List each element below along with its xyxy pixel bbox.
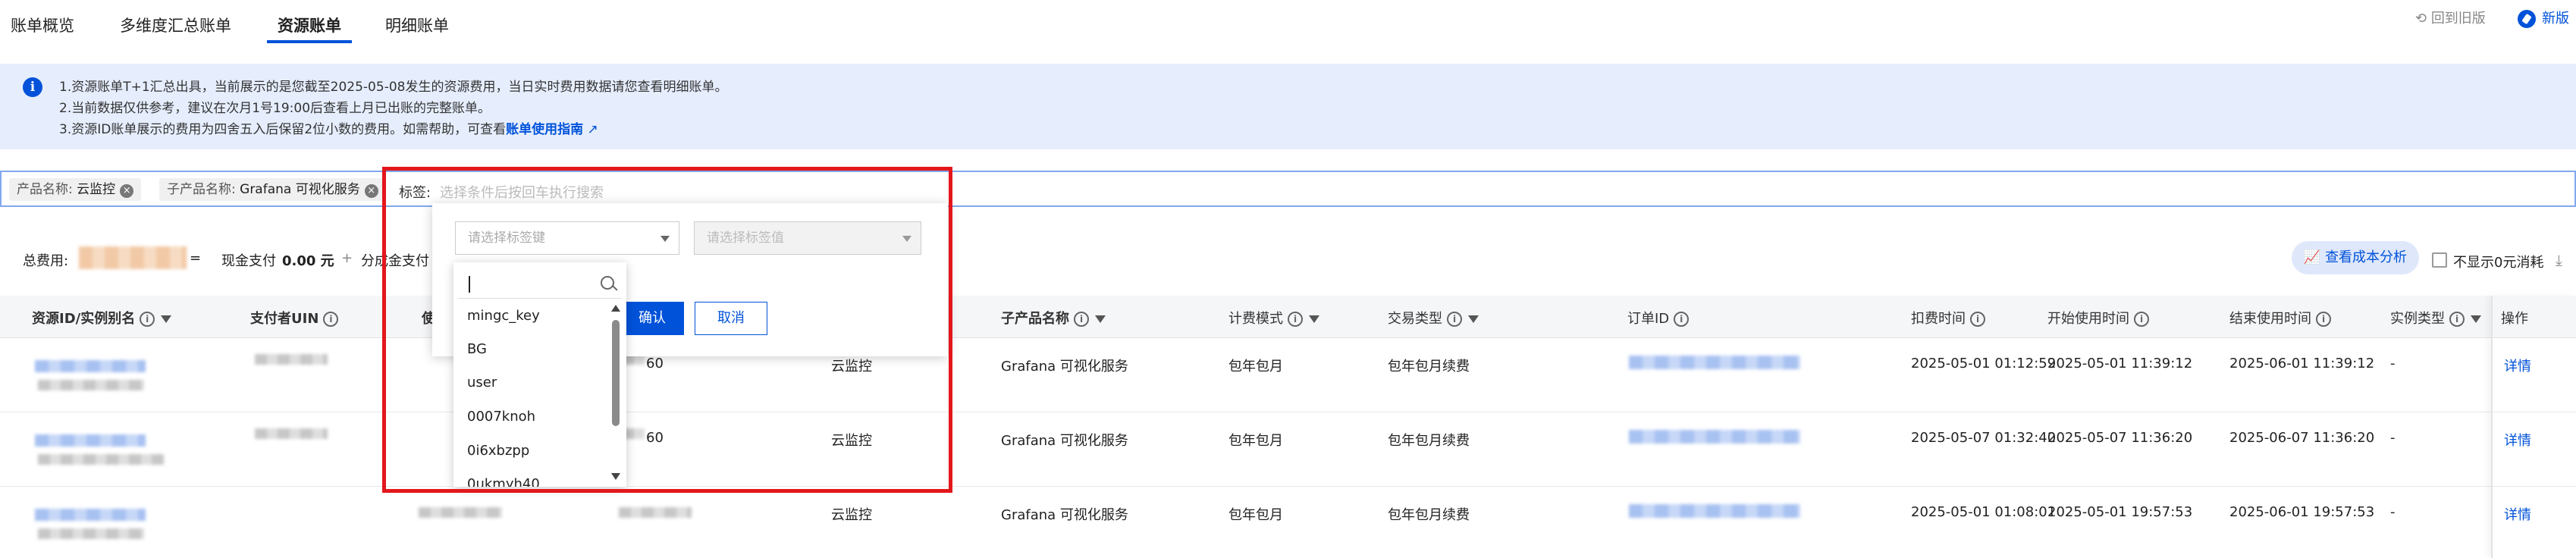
cash-pay-label: 现金支付 xyxy=(221,253,276,269)
hide-zero-checkbox[interactable] xyxy=(2432,252,2447,268)
hide-zero-label: 不显示0元消耗 xyxy=(2453,255,2544,271)
billing-guide-link[interactable]: 账单使用指南 xyxy=(506,122,583,137)
cell-trade-type: 包年包月续费 xyxy=(1388,433,1470,449)
notice-line-3: 3.资源ID账单展示的费用为四舍五入后保留2位小数的费用。如需帮助，可查看账单使… xyxy=(59,122,598,137)
total-cost-value-redacted xyxy=(79,246,187,269)
rocket-icon xyxy=(2518,10,2536,28)
tab-multi-dimension-summary[interactable]: 多维度汇总账单 xyxy=(120,14,231,36)
notice-line-2: 2.当前数据仅供参考，建议在次月1号19:00后查看上月已出账的完整账单。 xyxy=(59,101,491,116)
tab-resource-bill[interactable]: 资源账单 xyxy=(278,14,341,36)
cell-trade-type: 包年包月续费 xyxy=(1388,359,1470,375)
cell-billing-mode: 包年包月 xyxy=(1228,359,1283,375)
col-order-id: 订单ID i xyxy=(1627,308,1690,328)
info-icon[interactable]: i xyxy=(2449,312,2465,327)
col-payer-uin: 支付者UIN i xyxy=(250,308,339,328)
info-icon[interactable]: i xyxy=(1447,312,1462,327)
table-row: 云监控 Grafana 可视化服务 包年包月 包年包月续费 2025-05-01… xyxy=(0,487,2576,558)
info-icon[interactable]: i xyxy=(1970,312,1985,327)
highlight-box xyxy=(382,167,952,493)
tab-detail-bill[interactable]: 明细账单 xyxy=(385,14,449,36)
info-icon[interactable]: i xyxy=(1674,312,1690,327)
cell-subproduct: Grafana 可视化服务 xyxy=(1001,359,1128,375)
cell-trade-type: 包年包月续费 xyxy=(1388,507,1470,523)
tab-bill-overview[interactable]: 账单概览 xyxy=(11,14,74,36)
order-id-redacted[interactable] xyxy=(1629,430,1800,444)
info-icon: i xyxy=(23,77,42,97)
info-icon[interactable]: i xyxy=(140,312,155,327)
filter-icon[interactable] xyxy=(2471,315,2481,323)
info-icon[interactable]: i xyxy=(2134,312,2149,327)
col-subproduct: 子产品名称 i xyxy=(1001,308,1106,328)
chart-icon: 📈 xyxy=(2303,249,2326,265)
info-icon[interactable]: i xyxy=(323,312,339,327)
info-icon[interactable]: i xyxy=(1074,312,1089,327)
col-resource-id: 资源ID/实例别名 i xyxy=(32,308,172,328)
active-tab-indicator xyxy=(267,40,352,43)
cash-pay-value: 0.00 元 xyxy=(282,253,334,269)
info-icon[interactable]: i xyxy=(2316,312,2331,327)
col-trade-type: 交易类型 i xyxy=(1388,308,1479,328)
info-icon[interactable]: i xyxy=(1288,312,1303,327)
download-icon[interactable]: ⤓ xyxy=(2556,251,2562,269)
filter-icon[interactable] xyxy=(1309,315,1319,323)
filter-icon[interactable] xyxy=(161,315,172,323)
order-id-redacted[interactable] xyxy=(1629,504,1800,518)
resource-id-redacted[interactable] xyxy=(35,360,146,372)
col-billing-mode: 计费模式 i xyxy=(1228,308,1319,328)
ops-column-divider xyxy=(2491,296,2576,558)
notice-banner: i 1.资源账单T+1汇总出具，当前展示的是您截至2025-05-08发生的资源… xyxy=(0,64,2576,149)
filter-icon[interactable] xyxy=(1468,315,1479,323)
cell-product: 云监控 xyxy=(831,507,872,523)
resource-id-redacted[interactable] xyxy=(35,509,146,521)
order-id-redacted[interactable] xyxy=(1629,356,1800,369)
cost-analysis-button[interactable]: 📈 查看成本分析 xyxy=(2292,241,2419,274)
back-to-old-version-button[interactable]: ⟲ 回到旧版 xyxy=(2415,8,2486,27)
external-link-icon: ↗ xyxy=(583,122,598,137)
filter-icon[interactable] xyxy=(1095,315,1106,323)
col-end-time: 结束使用时间 i xyxy=(2229,308,2331,328)
history-icon: ⟲ xyxy=(2415,11,2431,27)
clear-icon[interactable]: × xyxy=(120,184,134,198)
clear-icon[interactable]: × xyxy=(364,184,378,198)
col-instance-type: 实例类型 i xyxy=(2390,308,2481,328)
col-deduct-time: 扣费时间 i xyxy=(1911,308,1985,328)
cell-billing-mode: 包年包月 xyxy=(1228,507,1283,523)
notice-line-1: 1.资源账单T+1汇总出具，当前展示的是您截至2025-05-08发生的资源费用… xyxy=(59,80,728,95)
filter-chip-product[interactable]: 产品名称: 云监控 × xyxy=(9,178,142,201)
cell-billing-mode: 包年包月 xyxy=(1228,433,1283,449)
cell-subproduct: Grafana 可视化服务 xyxy=(1001,433,1128,449)
cell-subproduct: Grafana 可视化服务 xyxy=(1001,507,1128,523)
top-tab-bar: 账单概览 多维度汇总账单 资源账单 明细账单 ⟲ 回到旧版 新版 xyxy=(0,0,2576,47)
col-start-time: 开始使用时间 i xyxy=(2047,308,2149,328)
filter-chip-subproduct[interactable]: 子产品名称: Grafana 可视化服务 × xyxy=(159,178,386,201)
total-cost-label: 总费用: xyxy=(23,253,69,269)
new-version-button[interactable]: 新版 xyxy=(2518,8,2569,28)
resource-id-redacted[interactable] xyxy=(35,434,146,447)
